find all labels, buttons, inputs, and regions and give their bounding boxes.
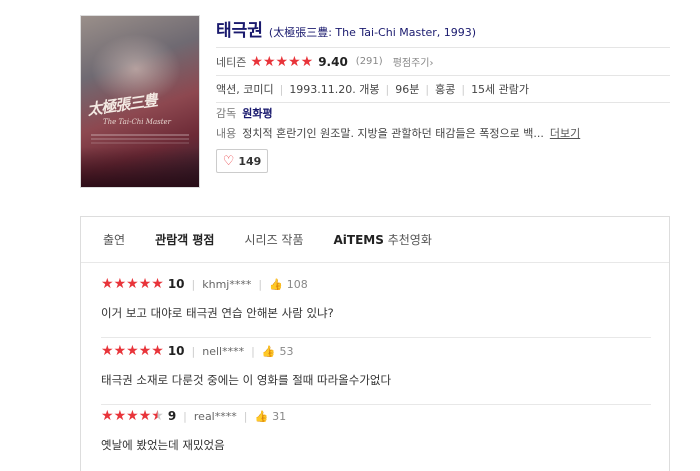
review-user: real**** — [193, 409, 237, 423]
genre: 액션, 코미디 — [216, 83, 274, 96]
review-score: 10 — [167, 344, 185, 358]
thumbs-up-icon[interactable]: 👍 — [262, 345, 276, 358]
star-icon: ★ — [275, 53, 289, 70]
netizen-label: 네티즌 — [216, 55, 247, 69]
review-item: ★ ★ ★ ★ ★ 10 | nell**** | 👍 53 태극권 소재로 다룬것 중… — [101, 342, 651, 405]
meta-row: 액션, 코미디 | 1993.11.20. 개봉 | 96분 | 홍콩 | 15세 관람… — [216, 76, 670, 103]
half-star-icon: ★ — [151, 408, 164, 424]
release-date: 1993.11.20. 개봉 — [289, 83, 380, 96]
review-user: khmj**** — [202, 277, 252, 291]
review-score: 10 — [167, 277, 185, 291]
aitems-suffix: 추천영화 — [387, 233, 432, 247]
synopsis-label: 내용 — [216, 127, 237, 140]
star-icon: ★ — [288, 53, 301, 70]
review-stars: ★ ★ ★ ★ ★ — [101, 277, 164, 291]
rating-stars: ★ ★ ★ ★ ★ — [250, 55, 313, 69]
review-item: ★ ★ ★ ★ ★ 10 | khmj**** | 👍 108 이거 보고 대야로 태극… — [101, 275, 651, 338]
review-score: 9 — [167, 409, 177, 423]
tab-bar: 출연 관람객 평점 시리즈 작품 AiTEMS 추천영화 — [81, 217, 669, 263]
star-icon: ★ — [138, 276, 152, 292]
review-panel: 출연 관람객 평점 시리즈 작품 AiTEMS 추천영화 ★ ★ ★ ★ ★ 10 | … — [80, 216, 670, 471]
movie-poster[interactable]: 太極張三豊 The Tai-Chi Master — [80, 15, 200, 188]
director-row: 감독 원화평 — [216, 103, 670, 123]
director-link[interactable]: 원화평 — [242, 105, 272, 121]
review-likes: 31 — [272, 409, 287, 423]
heart-icon: ♡ — [222, 153, 235, 169]
star-icon: ★ — [126, 343, 139, 359]
star-icon: ★ — [101, 343, 114, 359]
tab-cast[interactable]: 출연 — [103, 217, 125, 263]
thumbs-up-icon[interactable]: 👍 — [269, 278, 283, 291]
review-text: 옛날에 봤었는데 재밌었음 — [101, 438, 225, 452]
rate-link[interactable]: 평점주기› — [393, 54, 434, 69]
like-button[interactable]: ♡ 149 — [216, 149, 268, 173]
director-label: 감독 — [216, 107, 237, 120]
star-icon: ★ — [151, 343, 164, 359]
star-icon: ★ — [138, 343, 152, 359]
vote-count: (291) — [355, 56, 383, 67]
aitems-brand: AiTEMS — [333, 232, 384, 247]
star-icon: ★ — [250, 53, 263, 70]
review-likes: 53 — [279, 344, 294, 358]
star-icon: ★ — [126, 276, 139, 292]
title-row: 태극권 (太極張三豊: The Tai-Chi Master, 1993) — [216, 16, 670, 48]
poster-bottom-shade — [81, 147, 199, 187]
more-link[interactable]: 더보기 — [550, 125, 580, 141]
star-icon: ★ — [151, 276, 164, 292]
review-user: nell**** — [202, 344, 245, 358]
tab-audience-rating[interactable]: 관람객 평점 — [155, 217, 214, 263]
country: 홍콩 — [435, 83, 456, 96]
review-text: 태극권 소재로 다룬것 중에는 이 영화를 절때 따라올수가없다 — [101, 373, 392, 387]
review-text: 이거 보고 대야로 태극권 연습 안해본 사람 있냐? — [101, 306, 334, 320]
star-icon: ★ — [113, 343, 127, 359]
star-icon: ★ — [138, 408, 152, 424]
synopsis-row: 내용 정치적 혼란기인 원조말. 지방을 관할하던 태감들은 폭정으로 백...… — [216, 123, 670, 143]
like-count: 149 — [238, 154, 262, 168]
rating-score: 9.40 — [318, 54, 348, 69]
review-item: ★ ★ ★ ★ ★ 9 | real**** | 👍 31 옛날에 봤었는데 재밌었음 — [101, 407, 651, 459]
star-icon: ★ — [262, 53, 276, 70]
poster-credits — [91, 134, 189, 136]
tab-aitems[interactable]: AiTEMS 추천영화 — [334, 217, 432, 263]
movie-title[interactable]: 태극권 — [216, 16, 263, 41]
star-icon: ★ — [101, 408, 114, 424]
rating-row: 네티즌 ★ ★ ★ ★ ★ 9.40 (291) 평점주기› — [216, 48, 670, 76]
poster-english-title: The Tai-Chi Master — [103, 118, 172, 126]
review-stars: ★ ★ ★ ★ ★ — [101, 344, 164, 358]
movie-info: 태극권 (太極張三豊: The Tai-Chi Master, 1993) 네티… — [216, 16, 670, 143]
synopsis-text: 정치적 혼란기인 원조말. 지방을 관할하던 태감들은 폭정으로 백... — [242, 127, 544, 140]
star-icon: ★ — [101, 276, 114, 292]
star-icon: ★ — [300, 53, 314, 70]
star-icon: ★ — [113, 408, 127, 424]
runtime: 96분 — [395, 83, 420, 96]
tab-series[interactable]: 시리즈 작품 — [244, 217, 303, 263]
movie-subtitle: (太極張三豊: The Tai-Chi Master, 1993) — [268, 26, 477, 39]
star-icon: ★ — [113, 276, 127, 292]
review-likes: 108 — [286, 277, 308, 291]
age-grade: 15세 관람가 — [471, 83, 530, 96]
thumbs-up-icon[interactable]: 👍 — [254, 410, 268, 423]
review-stars: ★ ★ ★ ★ ★ — [101, 409, 164, 423]
star-icon: ★ — [126, 408, 139, 424]
